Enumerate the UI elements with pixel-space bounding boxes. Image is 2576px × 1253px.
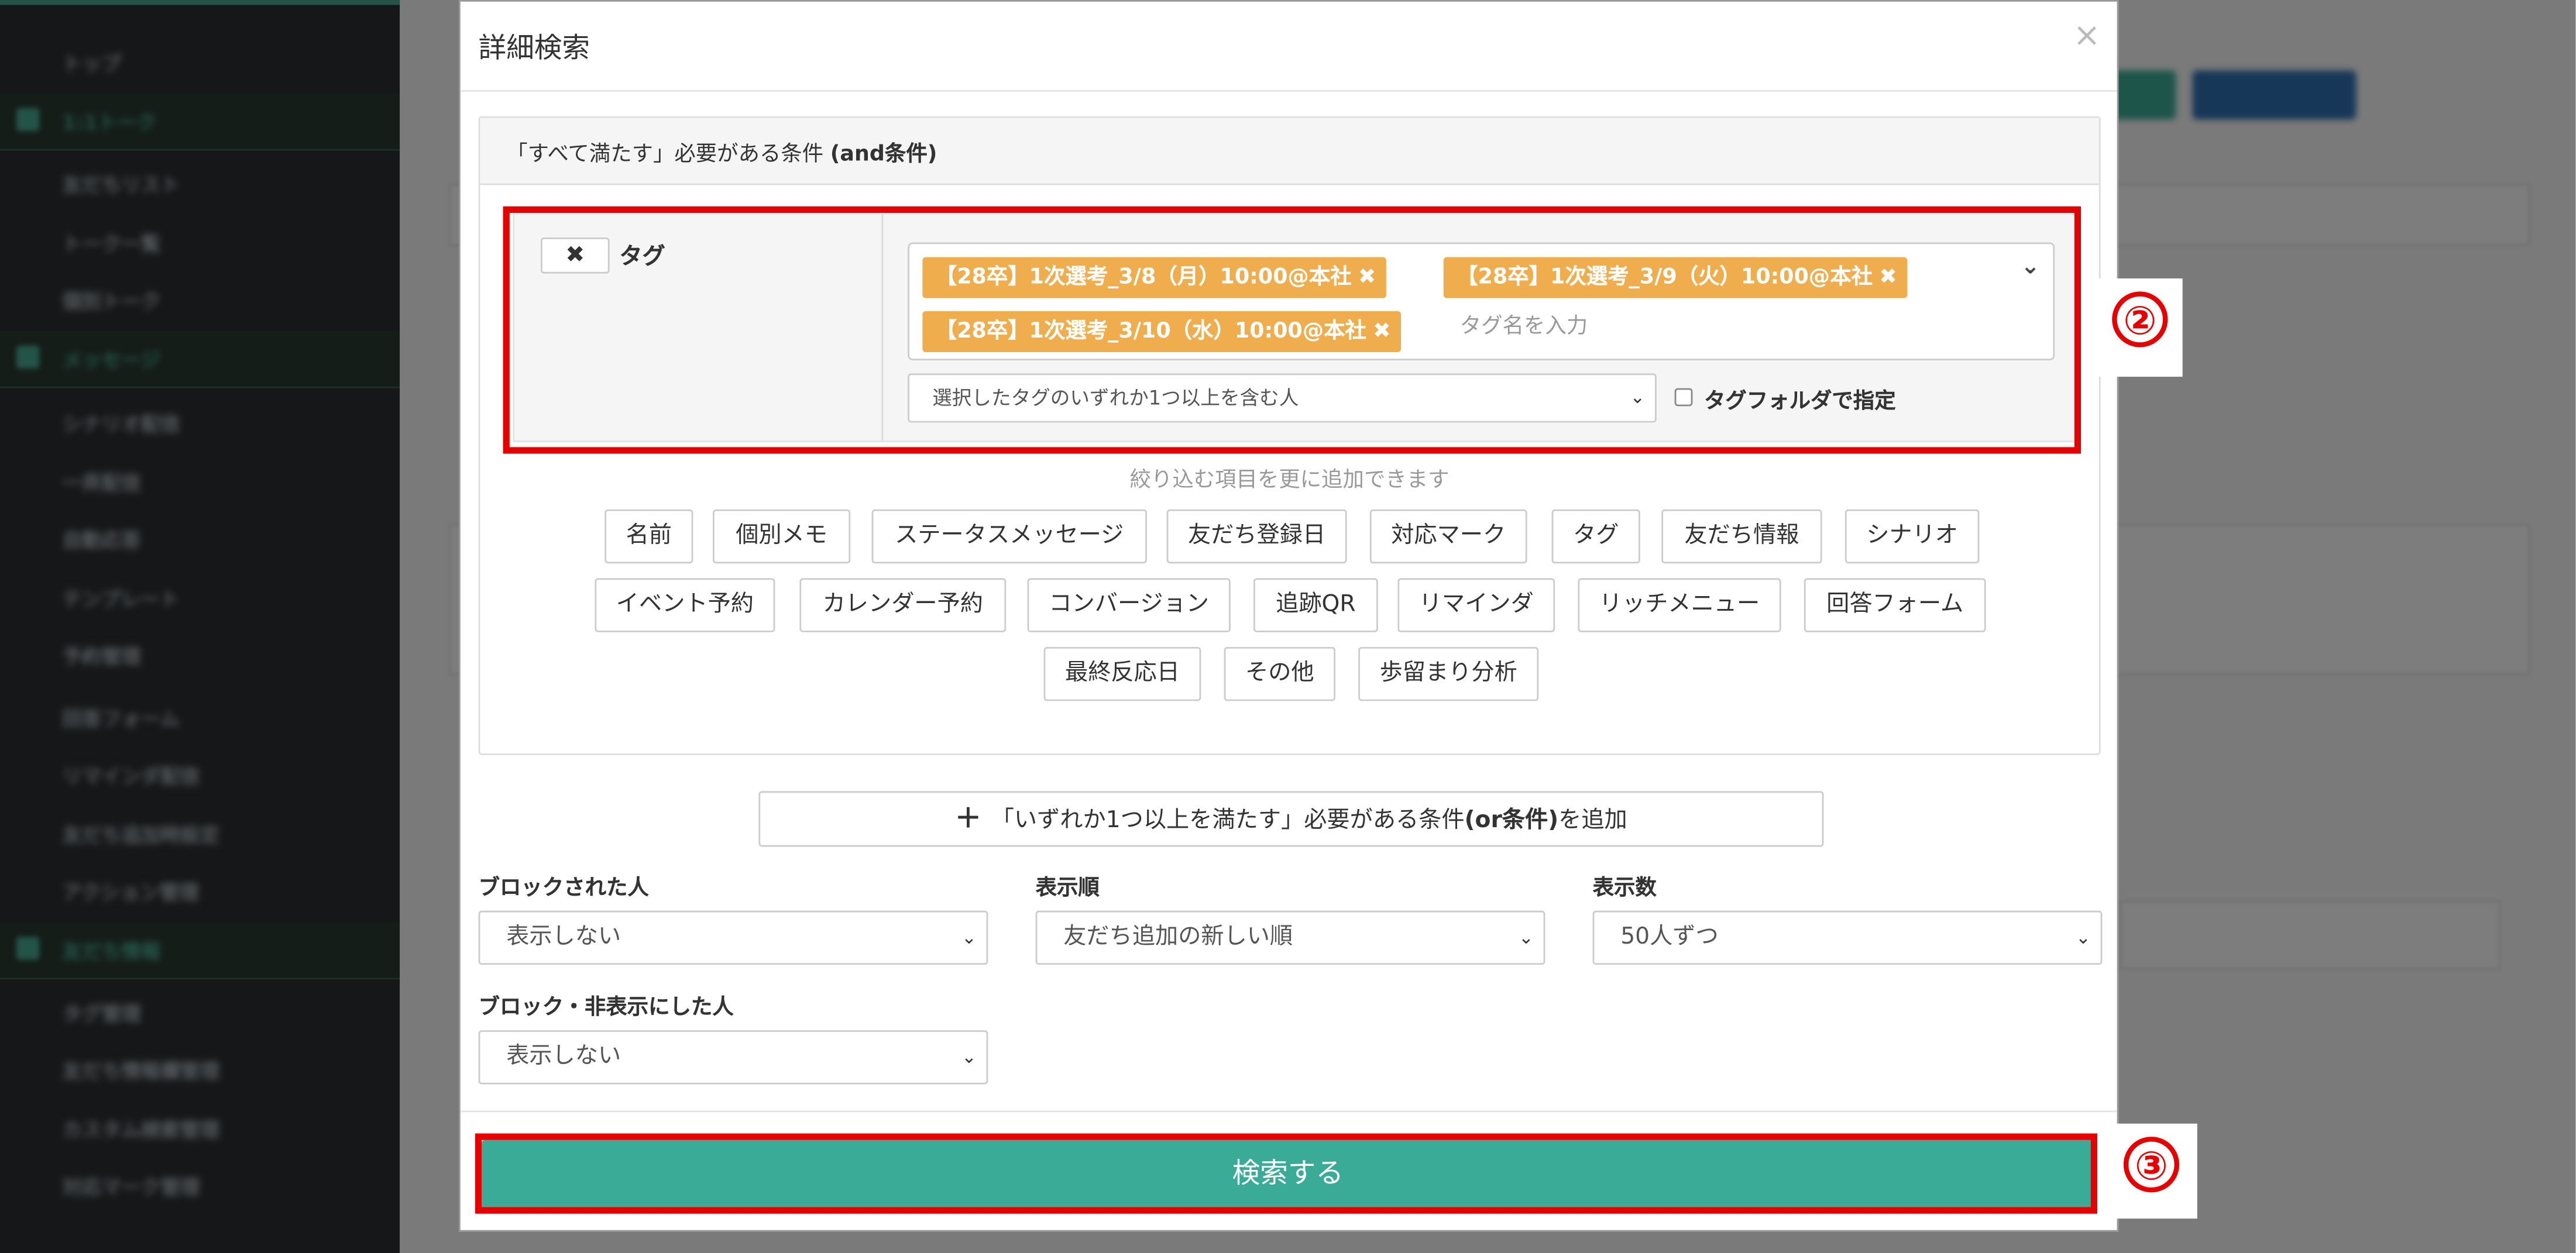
filter-button-tag[interactable]: タグ: [1551, 509, 1640, 564]
order-select[interactable]: 友だち追加の新しい順 ⌄: [1035, 910, 1545, 965]
filter-button-event-booking[interactable]: イベント予約: [595, 578, 775, 632]
search-button[interactable]: 検索する: [482, 1140, 2094, 1211]
tag-chip: 【28卒】1次選考_3/10（水）10:00@本社 ✖: [922, 311, 1401, 352]
remove-condition-button[interactable]: ✖: [541, 237, 610, 274]
tag-match-value: 選択したタグのいずれか1つ以上を含む人: [932, 386, 1299, 409]
step-three-number: ③: [2123, 1137, 2179, 1193]
modal-footer-divider: [460, 1110, 2117, 1113]
and-title-bold: (and条件): [830, 142, 937, 167]
condition-divider: [881, 214, 884, 441]
filter-button-other[interactable]: その他: [1224, 647, 1335, 701]
filter-button-name[interactable]: 名前: [604, 509, 693, 564]
tag-name-input[interactable]: [1459, 306, 1952, 346]
filter-button-tracking-qr[interactable]: 追跡QR: [1253, 578, 1378, 632]
blocked-value: 表示しない: [506, 924, 621, 950]
hidden-value: 表示しない: [506, 1043, 621, 1070]
filter-button-friend-info[interactable]: 友だち情報: [1661, 509, 1822, 564]
and-title-text: 「すべて満たす」必要がある条件: [506, 142, 830, 167]
chevron-down-icon[interactable]: ⌄: [2021, 254, 2040, 280]
and-conditions-panel: 「すべて満たす」必要がある条件 (and条件) ✖ タグ 【28卒】1次選考_3…: [478, 116, 2101, 755]
filter-button-registered-date[interactable]: 友だち登録日: [1166, 509, 1347, 564]
tag-condition-row: ✖ タグ 【28卒】1次選考_3/8（月）10:00@本社 ✖ 【28卒】1次選考…: [513, 213, 2078, 442]
count-select[interactable]: 50人ずつ ⌄: [1592, 910, 2103, 965]
filter-button-mark[interactable]: 対応マーク: [1369, 509, 1527, 564]
tag-multiselect[interactable]: 【28卒】1次選考_3/8（月）10:00@本社 ✖ 【28卒】1次選考_3/9（…: [908, 242, 2055, 360]
remove-tag-icon[interactable]: ✖: [1373, 319, 1391, 344]
filter-button-status-message[interactable]: ステータスメッセージ: [871, 509, 1147, 564]
step-two-badge: ②: [2097, 278, 2183, 377]
add-or-condition-button[interactable]: ＋ 「いずれか1つ以上を満たす」必要がある条件(or条件)を追加: [758, 791, 1824, 847]
hidden-select[interactable]: 表示しない ⌄: [478, 1030, 988, 1085]
hidden-label: ブロック・非表示にした人: [478, 996, 734, 1021]
add-filter-hint: 絞り込む項目を更に追加できます: [1129, 468, 1450, 493]
or-button-bold: (or条件): [1464, 807, 1559, 834]
chevron-down-icon: ⌄: [961, 1047, 977, 1068]
chevron-down-icon: ⌄: [1518, 927, 1534, 949]
plus-icon: ＋: [955, 803, 981, 834]
order-value: 友だち追加の新しい順: [1063, 924, 1293, 950]
filter-button-answer-form[interactable]: 回答フォーム: [1804, 578, 1986, 632]
and-conditions-title: 「すべて満たす」必要がある条件 (and条件): [506, 136, 937, 167]
filter-button-reminder[interactable]: リマインダ: [1397, 578, 1555, 632]
filter-button-conversion[interactable]: コンバージョン: [1027, 578, 1231, 632]
filter-button-last-response[interactable]: 最終反応日: [1043, 647, 1201, 701]
modal-title: 詳細検索: [478, 33, 590, 66]
tag-folder-label[interactable]: タグフォルダで指定: [1704, 383, 1896, 414]
count-label: 表示数: [1592, 876, 1657, 901]
tag-chip: 【28卒】1次選考_3/8（月）10:00@本社 ✖: [922, 257, 1386, 298]
modal-header: 詳細検索 ×: [460, 2, 2117, 92]
step-two-number: ②: [2112, 291, 2168, 347]
chevron-down-icon: ⌄: [961, 927, 977, 949]
count-value: 50人ずつ: [1620, 924, 1719, 950]
order-label: 表示順: [1035, 876, 1100, 901]
or-button-text: 「いずれか1つ以上を満たす」必要がある条件: [991, 807, 1465, 834]
and-conditions-header: 「すべて満たす」必要がある条件 (and条件): [480, 118, 2099, 185]
tag-chip-label: 【28卒】1次選考_3/9（火）10:00@本社: [1457, 265, 1873, 290]
blocked-label: ブロックされた人: [478, 876, 649, 901]
step-three-badge: ③: [2106, 1123, 2197, 1219]
tag-folder-checkbox[interactable]: [1674, 388, 1693, 407]
chevron-down-icon: ⌄: [2075, 927, 2091, 949]
filter-button-calendar-booking[interactable]: カレンダー予約: [799, 578, 1007, 632]
condition-label: タグ: [619, 244, 665, 270]
chevron-down-icon: ⌄: [1630, 386, 1646, 408]
advanced-search-modal: 詳細検索 × 「すべて満たす」必要がある条件 (and条件) ✖ タグ 【28卒…: [459, 0, 2119, 1232]
filter-button-memo[interactable]: 個別メモ: [713, 509, 851, 564]
blocked-select[interactable]: 表示しない ⌄: [478, 910, 988, 965]
tag-chip-label: 【28卒】1次選考_3/8（月）10:00@本社: [935, 265, 1352, 290]
filter-button-yield-analysis[interactable]: 歩留まり分析: [1358, 647, 1539, 701]
tag-match-select[interactable]: 選択したタグのいずれか1つ以上を含む人 ⌄: [908, 373, 1657, 423]
remove-tag-icon[interactable]: ✖: [1879, 266, 1897, 290]
filter-button-scenario[interactable]: シナリオ: [1845, 509, 1980, 564]
tag-chip: 【28卒】1次選考_3/9（火）10:00@本社 ✖: [1443, 257, 1907, 298]
close-icon[interactable]: ×: [2073, 18, 2101, 51]
remove-tag-icon[interactable]: ✖: [1358, 266, 1376, 290]
tag-chip-label: 【28卒】1次選考_3/10（水）10:00@本社: [935, 319, 1366, 344]
filter-button-rich-menu[interactable]: リッチメニュー: [1578, 578, 1781, 632]
or-button-suffix: を追加: [1558, 807, 1627, 834]
